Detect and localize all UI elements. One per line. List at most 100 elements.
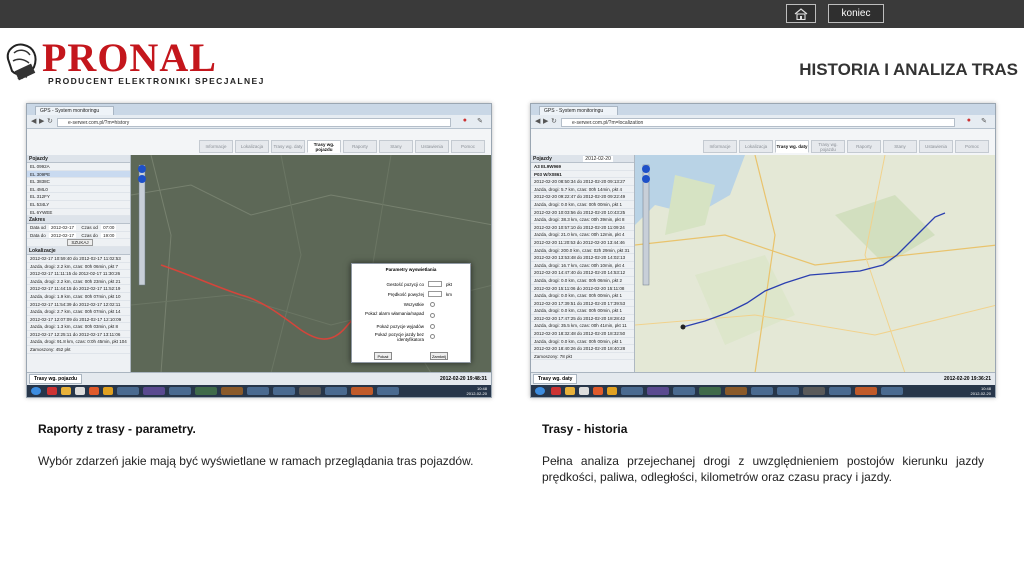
list-item[interactable]: Jazda, drogi: 0.0 km, czas: 00h 00min, p… [531, 338, 634, 346]
date-field[interactable]: 2012-02-20 [583, 156, 613, 162]
taskbar-app-icon[interactable] [143, 387, 165, 395]
taskbar-app-icon[interactable] [829, 387, 851, 395]
list-item[interactable]: 2012-02-20 18:32:48 do 2012-02-20 18:32:… [531, 330, 634, 338]
tab-trasy-wg-daty[interactable]: Trasy wg. daty [271, 140, 305, 153]
status-tab[interactable]: Trasy wg. pojazdu [29, 374, 83, 384]
list-item[interactable]: 2012-02-17 12:07:09 do 2012-02-17 12:10:… [27, 316, 130, 324]
taskbar-app-icon[interactable] [621, 387, 643, 395]
status-tab[interactable]: Trasy wg. daty [533, 374, 578, 384]
taskbar-app-icon[interactable] [195, 387, 217, 395]
tab-lokalizacja[interactable]: Lokalizacja [739, 140, 773, 153]
taskbar-app-icon[interactable] [47, 387, 57, 395]
tab-pomoc[interactable]: Pomoc [451, 140, 485, 153]
tab-trasy-wg-daty[interactable]: Trasy wg. daty [775, 140, 809, 153]
list-item[interactable]: 2012-02-20 13:53:48 do 2012-02-20 14:02:… [531, 254, 634, 262]
taskbar-app-icon[interactable] [221, 387, 243, 395]
tab-ustawienia[interactable]: Ustawienia [415, 140, 449, 153]
list-item[interactable]: Jazda, drogi: 1.9 km, czas: 00h 07min, p… [27, 293, 130, 301]
start-icon[interactable] [535, 387, 545, 395]
start-icon[interactable] [31, 387, 41, 395]
back-icon[interactable]: ◀ [535, 117, 540, 125]
list-item[interactable]: Jazda, drogi: 0.0 km, czas: 00h 00min, p… [531, 307, 634, 315]
speed-input[interactable] [428, 291, 442, 297]
time-from-field[interactable]: 07:00 [101, 225, 117, 231]
list-item[interactable]: Jazda, drogi: 5.7 km, czas: 00h 14min, p… [531, 186, 634, 194]
list-item[interactable]: 2012-02-20 11:20:53 do 2012-02-20 13:44:… [531, 239, 634, 247]
list-item[interactable]: 2012-02-20 14:47:40 do 2012-02-20 14:53:… [531, 269, 634, 277]
vehicle-item[interactable]: EL 3838C [27, 178, 130, 186]
taskbar-app-icon[interactable] [751, 387, 773, 395]
no-id-radio[interactable] [430, 334, 435, 339]
tab-raporty[interactable]: Raporty [343, 140, 377, 153]
tab-pomoc[interactable]: Pomoc [955, 140, 989, 153]
tab-lokalizacja[interactable]: Lokalizacja [235, 140, 269, 153]
taskbar-app-icon[interactable] [699, 387, 721, 395]
tab-ustawienia[interactable]: Ustawienia [919, 140, 953, 153]
taskbar-app-icon[interactable] [673, 387, 695, 395]
taskbar-app-icon[interactable] [325, 387, 347, 395]
taskbar-app-icon[interactable] [299, 387, 321, 395]
range-to-field[interactable]: 2012-02-17 [49, 232, 77, 238]
settings-wrench-icon[interactable]: ✎ [477, 117, 483, 125]
list-item[interactable]: 2012-02-20 08:50:34 do 2012-02-20 09:13:… [531, 178, 634, 186]
vehicle-item[interactable]: EL 309PE [27, 170, 130, 179]
list-item[interactable]: Jazda, drogi: 2.2 km, czas: 00h 23min, p… [27, 278, 130, 286]
vehicle-item[interactable]: EL 4ML0 [27, 186, 130, 194]
vehicle-item[interactable]: EL 6YWEE [27, 209, 130, 217]
taskbar-app-icon[interactable] [855, 387, 877, 395]
taskbar-app-icon[interactable] [89, 387, 99, 395]
list-item[interactable]: Jazda, drogi: 38.3 km, czas: 00h 39min, … [531, 216, 634, 224]
list-item[interactable]: 2012-02-20 17:47:25 do 2012-02-20 18:28:… [531, 315, 634, 323]
taskbar-app-icon[interactable] [377, 387, 399, 395]
exit-button[interactable]: koniec [828, 4, 884, 23]
taskbar-app-icon[interactable] [803, 387, 825, 395]
list-item[interactable]: 2012-02-20 10:03:56 do 2012-02-20 10:43:… [531, 209, 634, 217]
list-item[interactable]: Jazda, drogi: 1.3 km, czas: 00h 03min, p… [27, 323, 130, 331]
browser-tab[interactable]: GPS - System monitoringu [35, 106, 115, 115]
show-button[interactable]: Pokaż [374, 352, 392, 360]
tab-raporty[interactable]: Raporty [847, 140, 881, 153]
reload-icon[interactable]: ↻ [551, 117, 557, 125]
list-item[interactable]: 2012-02-20 18:40:26 do 2012-02-20 18:40:… [531, 345, 634, 353]
list-item[interactable]: 2012-02-17 11:44:15 do 2012-02-17 11:52:… [27, 285, 130, 293]
density-input[interactable] [428, 281, 442, 287]
list-item[interactable]: Jazda, drogi: 0.0 km, czas: 00h 06min, p… [531, 277, 634, 285]
list-item[interactable]: Jazda, drogi: 21.0 km, czas: 00h 12min, … [531, 231, 634, 239]
taskbar-app-icon[interactable] [61, 387, 71, 395]
taskbar-app-icon[interactable] [75, 387, 85, 395]
alarm-radio[interactable] [430, 313, 435, 318]
all-radio[interactable] [430, 302, 435, 307]
list-item[interactable]: Jazda, drogi: 35.5 km, czas: 00h 41min, … [531, 322, 634, 331]
taskbar-app-icon[interactable] [551, 387, 561, 395]
forward-icon[interactable]: ▶ [39, 117, 44, 125]
list-item[interactable]: Jazda, drogi: 0.0 km, czas: 00h 00min, p… [531, 292, 634, 300]
url-field[interactable]: e-serwer.com.pl/?m=localization [561, 118, 955, 127]
addon-icon[interactable]: ● [967, 117, 971, 124]
taskbar-app-icon[interactable] [247, 387, 269, 395]
tab-trasy-wg-pojazdu[interactable]: Trasy wg. pojazdu [307, 140, 341, 153]
back-icon[interactable]: ◀ [31, 117, 36, 125]
browser-tab[interactable]: GPS - System monitoringu [539, 106, 619, 115]
tab-informacje[interactable]: Informacje [703, 140, 737, 153]
map-view[interactable]: Parametry wyswietlania Gestość pozycji c… [131, 155, 491, 372]
taskbar-app-icon[interactable] [647, 387, 669, 395]
list-item[interactable]: 2012-02-17 12:25:11 do 2012-02-17 13:11:… [27, 331, 130, 339]
list-item[interactable]: 2012-02-20 10:57:10 do 2012-02-20 11:09:… [531, 224, 634, 232]
settings-wrench-icon[interactable]: ✎ [981, 117, 987, 125]
list-item[interactable]: Jazda, drogi: 0.0 km, czas: 00h 00min, p… [531, 201, 634, 209]
taskbar-app-icon[interactable] [593, 387, 603, 395]
list-item[interactable]: 2012-02-17 11:11:15 do 2012-02-17 11:30:… [27, 270, 130, 278]
list-item[interactable]: 2012-02-20 17:39:51 do 2012-02-20 17:39:… [531, 300, 634, 308]
list-item[interactable]: Jazda, drogi: 91.8 km, czas: 0:0h 45min,… [27, 338, 130, 347]
taskbar-app-icon[interactable] [103, 387, 113, 395]
taskbar-app-icon[interactable] [169, 387, 191, 395]
reload-icon[interactable]: ↻ [47, 117, 53, 125]
time-to-field[interactable]: 19:00 [101, 232, 117, 238]
tab-stany[interactable]: Stany [379, 140, 413, 153]
vehicle-item[interactable]: P03 W/X0861 [531, 171, 634, 179]
tab-trasy-wg-pojazdu[interactable]: Trasy wg. pojazdu [811, 140, 845, 153]
search-button[interactable]: SZUKAJ [67, 239, 93, 246]
vehicle-item[interactable]: A3 EL9W969 [531, 163, 634, 171]
taskbar-app-icon[interactable] [351, 387, 373, 395]
taskbar-app-icon[interactable] [725, 387, 747, 395]
